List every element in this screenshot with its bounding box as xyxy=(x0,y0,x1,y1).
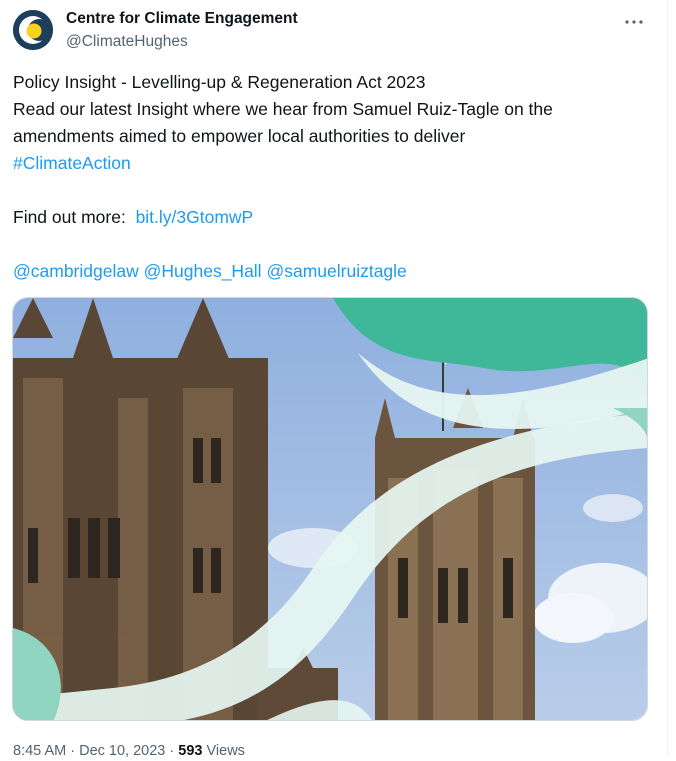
short-link[interactable]: bit.ly/3GtomwP xyxy=(136,207,254,227)
parliament-photo xyxy=(13,298,647,720)
more-options-button[interactable] xyxy=(621,12,647,32)
display-name[interactable]: Centre for Climate Engagement xyxy=(66,9,298,28)
tweet-image[interactable] xyxy=(12,297,648,721)
tweet-line: Policy Insight - Levelling-up & Regenera… xyxy=(13,72,426,92)
avatar[interactable] xyxy=(13,10,53,50)
tweet-footer: 8:45 AM · Dec 10, 2023 · 593 Views xyxy=(13,741,245,761)
column-divider xyxy=(667,0,668,757)
hashtag-link[interactable]: #ClimateAction xyxy=(13,153,131,173)
tweet-line: Read our latest Insight where we hear fr… xyxy=(13,99,553,119)
mention-link[interactable]: @samuelruiztagle xyxy=(266,261,406,281)
more-horizontal-icon xyxy=(625,20,643,24)
tweet-header: Centre for Climate Engagement @ClimateHu… xyxy=(13,8,653,56)
cce-logo-icon xyxy=(13,10,53,50)
mention-link[interactable]: @Hughes_Hall xyxy=(144,261,262,281)
tweet-line: amendments aimed to empower local author… xyxy=(13,126,466,146)
mention-link[interactable]: @cambridgelaw xyxy=(13,261,139,281)
find-out-label: Find out more: xyxy=(13,207,126,227)
tweet-text: Policy Insight - Levelling-up & Regenera… xyxy=(13,69,653,285)
user-handle[interactable]: @ClimateHughes xyxy=(66,32,298,51)
